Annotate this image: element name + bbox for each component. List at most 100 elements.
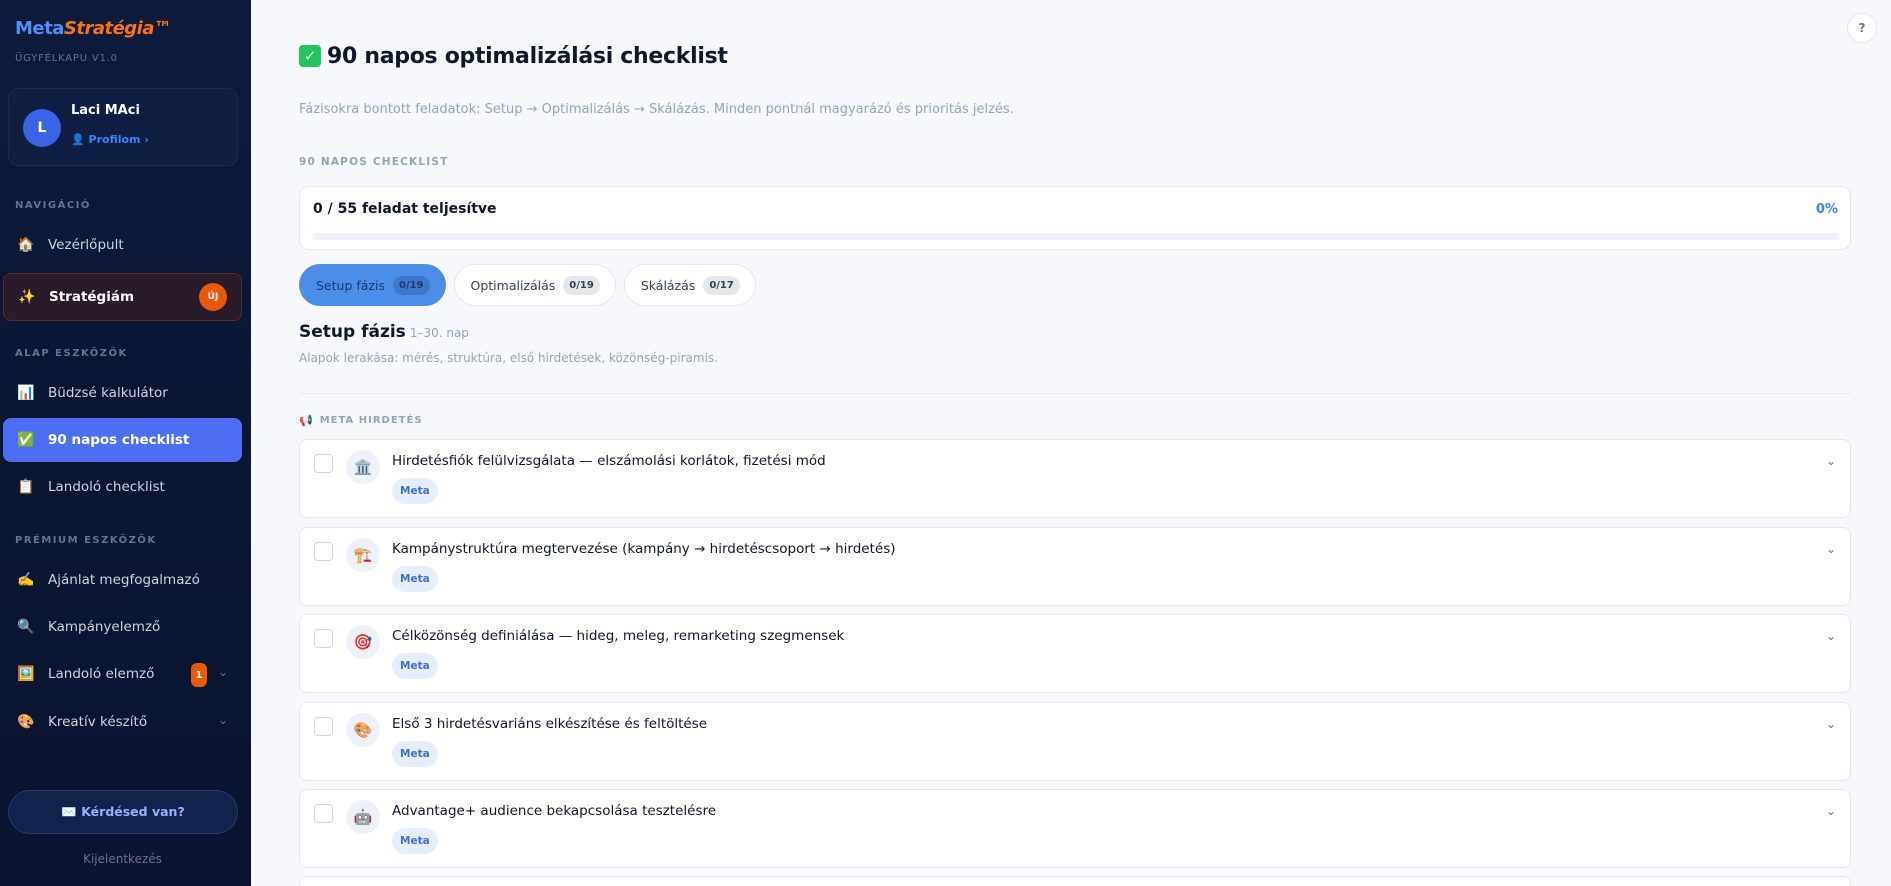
avatar: L [23,109,61,147]
writing-hand-icon: ✍️ [17,572,35,588]
logout-link[interactable]: Kijelentkezés [0,852,245,866]
tab-label: Skálázás [640,277,696,293]
page-title-text: 90 napos optimalizálási checklist [327,44,728,69]
phase-tabs: Setup fázis 0/19 Optimalizálás 0/19 Skál… [299,264,756,306]
sidebar-item-90-day-checklist[interactable]: ✅ 90 napos checklist [3,418,242,462]
checklist-section-label: 90 NAPOS CHECKLIST [299,156,449,168]
tab-scaling[interactable]: Skálázás 0/17 [623,264,756,306]
tab-count: 0/19 [563,275,600,295]
chevron-down-icon[interactable]: ⌄ [1826,804,1836,818]
sidebar-item-offer-writer[interactable]: ✍️ Ajánlat megfogalmazó [3,558,242,602]
task-checkbox[interactable] [314,717,333,736]
tab-optimization[interactable]: Optimalizálás 0/19 [453,264,616,306]
chevron-down-icon[interactable]: ⌄ [1826,454,1836,468]
phase-title-text: Setup fázis [299,322,406,342]
chevron-down-icon[interactable]: ⌄ [218,713,228,727]
sidebar-item-label: Büdzsé kalkulátor [48,385,168,401]
page-title: ✓ 90 napos optimalizálási checklist [299,44,728,69]
sidebar-item-campaign-analyzer[interactable]: 🔍 Kampányelemző [3,605,242,649]
main-content: ? ✓ 90 napos optimalizálási checklist Fáz… [251,0,1891,886]
bar-chart-icon: 📊 [17,385,35,401]
sidebar-item-label: Landoló checklist [48,479,165,495]
task-checkbox[interactable] [314,629,333,648]
brand-tm: ™ [153,18,172,39]
palette-icon: 🎨 [346,713,380,747]
task-title: Advantage+ audience bekapcsolása tesztel… [392,803,717,819]
tab-label: Setup fázis [316,277,385,293]
palette-icon: 🎨 [17,714,35,730]
sidebar-item-label: Stratégiám [49,289,135,305]
task-title: Célközönség definiálása — hideg, meleg, … [392,628,845,644]
phase-title: Setup fázis 1–30. nap [299,322,469,342]
phase-description: Alapok lerakása: mérés, struktúra, első … [299,351,718,365]
phase-days: 1–30. nap [409,326,469,340]
checkmark-icon: ✅ [17,432,35,448]
home-icon: 🏠 [17,237,35,253]
sidebar-item-creative-maker[interactable]: 🎨 Kreatív készítő ⌄ [3,700,242,744]
sidebar-item-strategy[interactable]: ✨ Stratégiám ÚJ [3,273,242,321]
tab-count: 0/19 [392,275,430,295]
task-tag: Meta [392,828,438,854]
brand-meta: Meta [15,18,64,39]
task-title: Kampánystruktúra megtervezése (kampány →… [392,541,896,557]
sidebar-item-landing-checklist[interactable]: 📋 Landoló checklist [3,465,242,509]
sidebar-item-budget-calculator[interactable]: 📊 Büdzsé kalkulátor [3,371,242,415]
page-subtitle: Fázisokra bontott feladatok: Setup → Opt… [299,102,1014,117]
megaphone-icon: 📢 [299,414,314,427]
sidebar-item-label: Landoló elemző [48,666,155,682]
chevron-down-icon[interactable]: ⌄ [1826,717,1836,731]
user-card: L Laci MAci 👤 Profilom › [8,88,238,166]
task-tag: Meta [392,566,438,592]
robot-icon: 🤖 [346,800,380,834]
sidebar-item-label: 90 napos checklist [48,432,190,448]
sidebar-item-landing-analyzer[interactable]: 🖼️ Landoló elemző 1 ⌄ [3,652,242,696]
sparkles-icon: ✨ [18,289,36,305]
new-badge: ÚJ [199,283,227,311]
checkmark-icon: ✓ [299,45,321,67]
task-group-label: 📢 META HIRDETÉS [299,414,423,427]
task-item[interactable]: 🎨 Első 3 hirdetésvariáns elkészítése és … [299,702,1851,781]
user-name: Laci MAci [71,103,140,118]
task-item[interactable]: 🏗️ Kampánystruktúra megtervezése (kampán… [299,527,1851,606]
group-label-text: META HIRDETÉS [319,415,423,426]
tab-count: 0/17 [703,275,740,295]
task-tag: Meta [392,653,438,679]
brand-strategy: Stratégia [63,18,155,39]
task-checkbox[interactable] [314,804,333,823]
task-item[interactable]: 🤖 Advantage+ audience bekapcsolása teszt… [299,789,1851,868]
progress-text: 0 / 55 feladat teljesítve [313,201,497,217]
clipboard-icon: 📋 [17,479,35,495]
tab-label: Optimalizálás [470,277,556,293]
section-label-navigation: NAVIGÁCIÓ [15,200,91,211]
progress-bar [313,233,1839,240]
task-checkbox[interactable] [314,454,333,473]
sidebar-item-label: Kreatív készítő [48,714,148,730]
sidebar: MetaStratégia™ ÜGYFÉLKAPU V1.0 L Laci MA… [0,0,251,886]
task-title: Hirdetésfiók felülvizsgálata — elszámolá… [392,453,826,469]
magnifier-icon: 🔍 [17,619,35,635]
tab-setup[interactable]: Setup fázis 0/19 [299,264,446,306]
section-label-premium-tools: PRÉMIUM ESZKÖZÖK [15,535,157,546]
progress-card: 0 / 55 feladat teljesítve 0% [299,186,1851,250]
section-label-basic-tools: ALAP ESZKÖZÖK [15,348,128,359]
task-item-partial[interactable] [299,876,1851,886]
task-tag: Meta [392,741,438,767]
task-item[interactable]: 🎯 Célközönség definiálása — hideg, meleg… [299,614,1851,693]
target-icon: 🎯 [346,625,380,659]
notification-badge: 1 [191,663,207,687]
brand-logo[interactable]: MetaStratégia™ [15,18,172,39]
task-checkbox[interactable] [314,542,333,561]
sidebar-item-dashboard[interactable]: 🏠 Vezérlőpult [3,223,242,267]
sidebar-item-label: Ajánlat megfogalmazó [48,572,200,588]
chevron-down-icon[interactable]: ⌄ [218,665,228,679]
chevron-down-icon[interactable]: ⌄ [1826,629,1836,643]
sidebar-item-label: Kampányelemző [48,619,161,635]
task-item[interactable]: 🏛️ Hirdetésfiók felülvizsgálata — elszám… [299,439,1851,518]
construction-icon: 🏗️ [346,538,380,572]
profile-link[interactable]: 👤 Profilom › [71,133,149,146]
help-button[interactable]: ? [1847,13,1877,43]
progress-percent: 0% [1815,202,1838,217]
chevron-down-icon[interactable]: ⌄ [1826,542,1836,556]
ask-question-button[interactable]: ✉️ Kérdésed van? [8,790,238,834]
divider [299,393,1851,394]
